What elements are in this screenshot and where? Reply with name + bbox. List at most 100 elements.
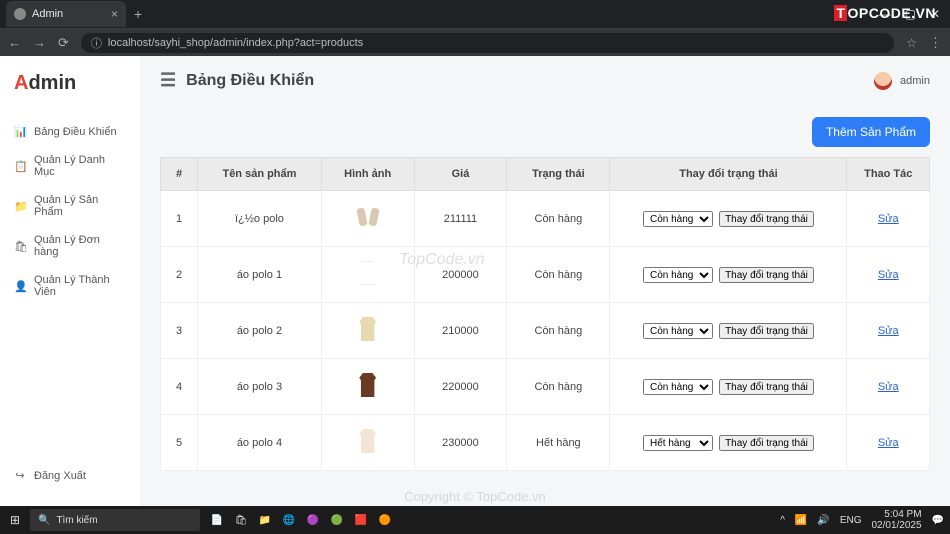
action-cell: Sửa [847, 247, 930, 303]
tab-strip: Admin × + — ▢ ✕ [0, 0, 950, 28]
change-status-button[interactable]: Thay đổi trạng thái [719, 211, 814, 227]
tray-network-icon[interactable]: 📶 [795, 515, 807, 526]
row-num: 5 [161, 415, 198, 471]
start-button[interactable]: ⊞ [0, 513, 30, 527]
address-bar: ← → ⟳ ⓘ localhost/sayhi_shop/admin/index… [0, 28, 950, 56]
page-title: Bảng Điều Khiển [186, 72, 314, 90]
status-select[interactable]: Còn hàngHết hàng [643, 267, 713, 283]
edit-link[interactable]: Sửa [878, 381, 899, 393]
app-icon[interactable]: 📁 [254, 509, 276, 531]
taskbar-search[interactable]: 🔍 Tìm kiếm [30, 509, 200, 531]
taskbar-apps: 📄 🛍 📁 🌐 🟣 🟢 🟥 🟠 [206, 509, 396, 531]
action-cell: Sửa [847, 191, 930, 247]
row-num: 1 [161, 191, 198, 247]
product-image [321, 415, 414, 471]
edit-link[interactable]: Sửa [878, 269, 899, 281]
table-row: 4 áo polo 3 220000 Còn hàng Còn hàngHết … [161, 359, 930, 415]
nav-label: Quản Lý Sản Phẩm [34, 194, 126, 218]
thumbnail-icon [356, 317, 380, 341]
url-field[interactable]: ⓘ localhost/sayhi_shop/admin/index.php?a… [81, 33, 894, 53]
app-container: Admin 📊Bảng Điều Khiển📋Quản Lý Danh Mục📁… [0, 56, 950, 506]
clock[interactable]: 5:04 PM 02/01/2025 [871, 509, 921, 531]
bookmark-icon[interactable]: ☆ [906, 36, 917, 50]
sidebar-item[interactable]: 👤Quản Lý Thành Viên [10, 266, 130, 306]
change-status-cell: Còn hàngHết hàng Thay đổi trạng thái [610, 191, 847, 247]
product-status: Còn hàng [507, 359, 610, 415]
table-row: 5 áo polo 4 230000 Hết hàng Còn hàngHết … [161, 415, 930, 471]
table-row: 3 áo polo 2 210000 Còn hàng Còn hàngHết … [161, 303, 930, 359]
product-image [321, 191, 414, 247]
tab-favicon [14, 8, 26, 20]
status-select[interactable]: Còn hàngHết hàng [643, 323, 713, 339]
thumbnail-icon [356, 429, 380, 453]
product-price: 200000 [414, 247, 507, 303]
notifications-icon[interactable]: 💬 [932, 515, 944, 526]
menu-icon[interactable]: ⋮ [929, 35, 942, 51]
action-cell: Sửa [847, 359, 930, 415]
app-icon[interactable]: 🟢 [326, 509, 348, 531]
user-menu[interactable]: admin [874, 72, 930, 90]
app-icon[interactable]: 🟠 [374, 509, 396, 531]
logout-link[interactable]: ↪ Đăng Xuất [10, 461, 130, 490]
status-select[interactable]: Còn hàngHết hàng [643, 379, 713, 395]
action-cell: Sửa [847, 415, 930, 471]
tray-sound-icon[interactable]: 🔊 [817, 515, 829, 526]
sidebar-item[interactable]: 🛍Quản Lý Đơn hàng [10, 226, 130, 266]
url-text: localhost/sayhi_shop/admin/index.php?act… [108, 37, 363, 49]
forward-icon[interactable]: → [33, 35, 46, 50]
product-price: 220000 [414, 359, 507, 415]
table-row: 2 áo polo 1 200000 Còn hàng Còn hàngHết … [161, 247, 930, 303]
change-status-cell: Còn hàngHết hàng Thay đổi trạng thái [610, 415, 847, 471]
product-name: áo polo 4 [198, 415, 322, 471]
table-row: 1 ï¿½o polo 211111 Còn hàng Còn hàngHết … [161, 191, 930, 247]
app-icon[interactable]: 🟥 [350, 509, 372, 531]
status-select[interactable]: Còn hàngHết hàng [643, 211, 713, 227]
table-header: Thay đổi trạng thái [610, 158, 847, 191]
new-tab-button[interactable]: + [134, 6, 142, 22]
back-icon[interactable]: ← [8, 35, 21, 50]
search-icon: 🔍 [38, 515, 50, 526]
nav-label: Quản Lý Đơn hàng [34, 234, 126, 258]
app-icon[interactable]: 📄 [206, 509, 228, 531]
edit-link[interactable]: Sửa [878, 213, 899, 225]
row-num: 3 [161, 303, 198, 359]
nav-icon: 👤 [14, 280, 26, 293]
row-num: 4 [161, 359, 198, 415]
change-status-cell: Còn hàngHết hàng Thay đổi trạng thái [610, 303, 847, 359]
product-status: Còn hàng [507, 247, 610, 303]
sidebar-item[interactable]: 📁 Quản Lý Sản Phẩm [10, 186, 130, 226]
product-name: áo polo 3 [198, 359, 322, 415]
change-status-button[interactable]: Thay đổi trạng thái [719, 435, 814, 451]
change-status-button[interactable]: Thay đổi trạng thái [719, 323, 814, 339]
change-status-button[interactable]: Thay đổi trạng thái [719, 267, 814, 283]
tray-expand-icon[interactable]: ^ [780, 515, 785, 526]
edit-link[interactable]: Sửa [878, 437, 899, 449]
app-icon[interactable]: 🛍 [230, 509, 252, 531]
browser-tab[interactable]: Admin × [6, 1, 126, 27]
nav-label: Quản Lý Danh Mục [34, 154, 126, 178]
tab-close-icon[interactable]: × [111, 7, 118, 21]
sidebar: Admin 📊Bảng Điều Khiển📋Quản Lý Danh Mục📁… [0, 56, 140, 506]
logout-label: Đăng Xuất [34, 470, 86, 482]
status-select[interactable]: Còn hàngHết hàng [643, 435, 713, 451]
avatar [874, 72, 892, 90]
logout-icon: ↪ [14, 469, 26, 482]
sidebar-item[interactable]: 📊Bảng Điều Khiển [10, 117, 130, 146]
add-product-button[interactable]: Thêm Sản Phẩm [812, 117, 930, 147]
change-status-cell: Còn hàngHết hàng Thay đổi trạng thái [610, 359, 847, 415]
app-icon[interactable]: 🟣 [302, 509, 324, 531]
menu-toggle-icon[interactable]: ☰ [160, 70, 176, 91]
reload-icon[interactable]: ⟳ [58, 35, 69, 51]
tray-language[interactable]: ENG [840, 515, 862, 526]
product-status: Còn hàng [507, 191, 610, 247]
product-price: 230000 [414, 415, 507, 471]
nav-icon: 📋 [14, 160, 26, 173]
nav-icon: 📁 [14, 200, 26, 213]
change-status-button[interactable]: Thay đổi trạng thái [719, 379, 814, 395]
sidebar-item[interactable]: 📋 Quản Lý Danh Mục [10, 146, 130, 186]
edit-link[interactable]: Sửa [878, 325, 899, 337]
tab-title: Admin [32, 8, 63, 20]
product-status: Còn hàng [507, 303, 610, 359]
table-header: Hình ảnh [321, 158, 414, 191]
app-icon[interactable]: 🌐 [278, 509, 300, 531]
